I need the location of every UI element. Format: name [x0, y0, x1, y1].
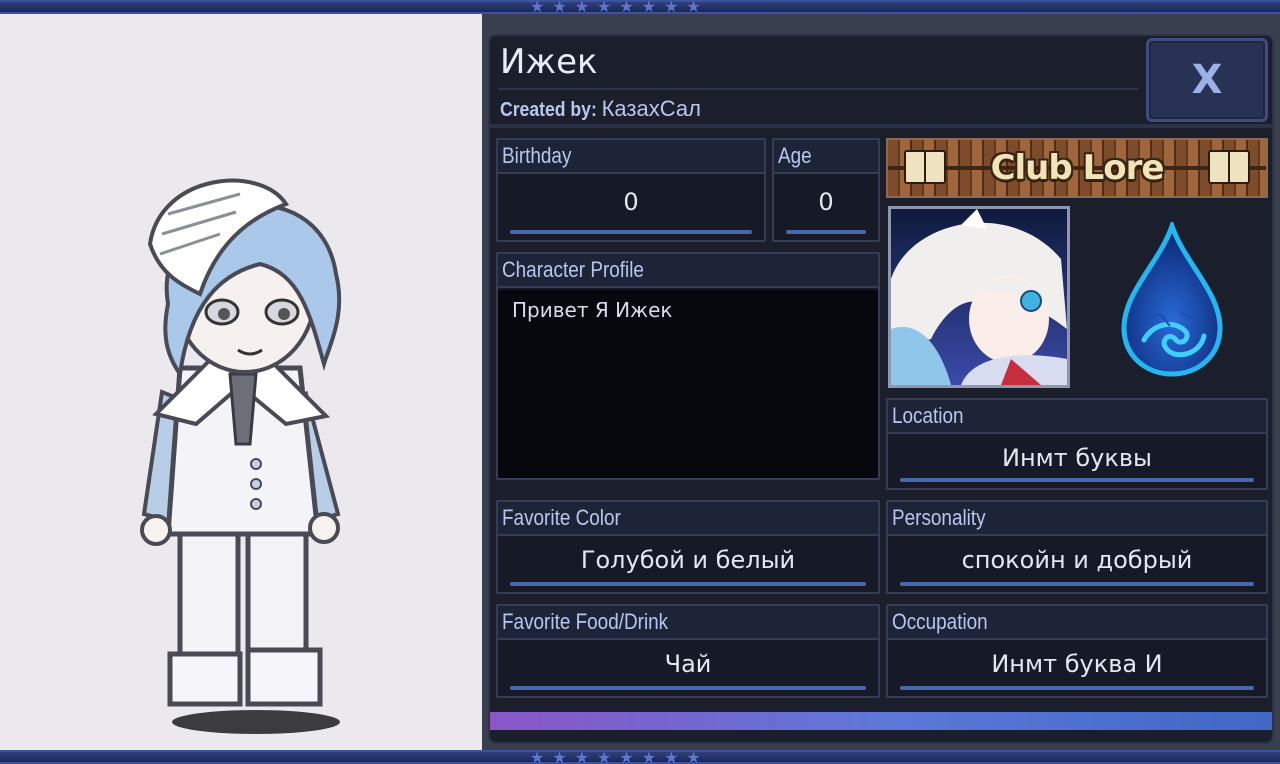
input-underline: [786, 230, 866, 234]
favorite-color-label: Favorite Color: [502, 505, 621, 530]
close-button[interactable]: X: [1146, 38, 1268, 122]
input-underline: [510, 686, 866, 690]
character-info-panel: Ижек Created by: КазахСал X Birthday 0 A…: [482, 14, 1280, 750]
portrait-image: [891, 209, 1067, 385]
star-icon: ★: [597, 748, 612, 764]
birthday-label: Birthday: [502, 143, 572, 168]
favorite-color-field: Favorite Color Голубой и белый: [496, 500, 880, 594]
favorite-food-value[interactable]: Чай: [498, 650, 878, 678]
star-icon: ★: [597, 0, 612, 16]
input-underline: [900, 686, 1254, 690]
profile-text[interactable]: Привет Я Ижек: [498, 290, 878, 478]
book-icon: [1208, 150, 1250, 184]
location-value[interactable]: Инмт буквы: [888, 444, 1266, 472]
age-field: Age 0: [772, 138, 880, 242]
age-value[interactable]: 0: [774, 188, 878, 216]
birthday-value[interactable]: 0: [498, 188, 764, 216]
favorite-food-label: Favorite Food/Drink: [502, 609, 669, 634]
star-icon: ★: [664, 0, 679, 16]
star-icon: ★: [686, 0, 701, 16]
header-divider: [490, 124, 1272, 128]
star-icon-row: ★ ★ ★ ★ ★ ★ ★ ★: [530, 750, 701, 764]
character-preview-area: [0, 14, 482, 750]
location-label: Location: [892, 403, 964, 428]
occupation-value[interactable]: Инмт буква И: [888, 650, 1266, 678]
star-icon: ★: [619, 0, 634, 16]
top-decorative-bar: ★ ★ ★ ★ ★ ★ ★ ★: [0, 0, 1280, 15]
water-drop-icon: [1121, 222, 1223, 377]
panel-bottom-strip: [490, 712, 1272, 730]
star-icon-row: ★ ★ ★ ★ ★ ★ ★ ★: [530, 0, 701, 15]
favorite-food-field: Favorite Food/Drink Чай: [496, 604, 880, 698]
input-underline: [900, 582, 1254, 586]
star-icon: ★: [574, 0, 590, 16]
bottom-decorative-bar: ★ ★ ★ ★ ★ ★ ★ ★: [0, 750, 1280, 764]
favorite-color-value[interactable]: Голубой и белый: [498, 546, 878, 574]
close-icon: X: [1191, 57, 1223, 103]
star-icon: ★: [574, 748, 590, 764]
star-icon: ★: [530, 748, 545, 764]
star-icon: ★: [664, 748, 679, 764]
personality-value[interactable]: спокойн и добрый: [888, 546, 1266, 574]
info-card: Ижек Created by: КазахСал X Birthday 0 A…: [488, 34, 1274, 744]
character-name: Ижек: [500, 42, 598, 82]
input-underline: [900, 478, 1254, 482]
star-icon: ★: [530, 0, 545, 16]
personality-label: Personality: [892, 505, 986, 530]
star-icon: ★: [641, 748, 657, 764]
club-lore-banner[interactable]: Club Lore: [886, 138, 1268, 198]
occupation-field: Occupation Инмт буква И: [886, 604, 1268, 698]
star-icon: ★: [552, 0, 567, 16]
profile-field: Character Profile Привет Я Ижек: [496, 252, 880, 480]
divider: [498, 88, 1138, 90]
character-figure: [140, 178, 342, 734]
age-label: Age: [778, 143, 812, 168]
input-underline: [510, 582, 866, 586]
occupation-label: Occupation: [892, 609, 988, 634]
profile-label: Character Profile: [502, 257, 644, 282]
star-icon: ★: [619, 748, 634, 764]
star-icon: ★: [552, 748, 567, 764]
input-underline: [510, 230, 752, 234]
star-icon: ★: [641, 0, 657, 16]
star-icon: ★: [686, 748, 701, 764]
creator-name: КазахСал: [601, 96, 701, 121]
created-by-row: Created by: КазахСал: [500, 96, 701, 122]
location-field: Location Инмт буквы: [886, 398, 1268, 490]
character-portrait[interactable]: [888, 206, 1070, 388]
birthday-field: Birthday 0: [496, 138, 766, 242]
personality-field: Personality спокойн и добрый: [886, 500, 1268, 594]
created-by-label: Created by:: [500, 99, 597, 121]
